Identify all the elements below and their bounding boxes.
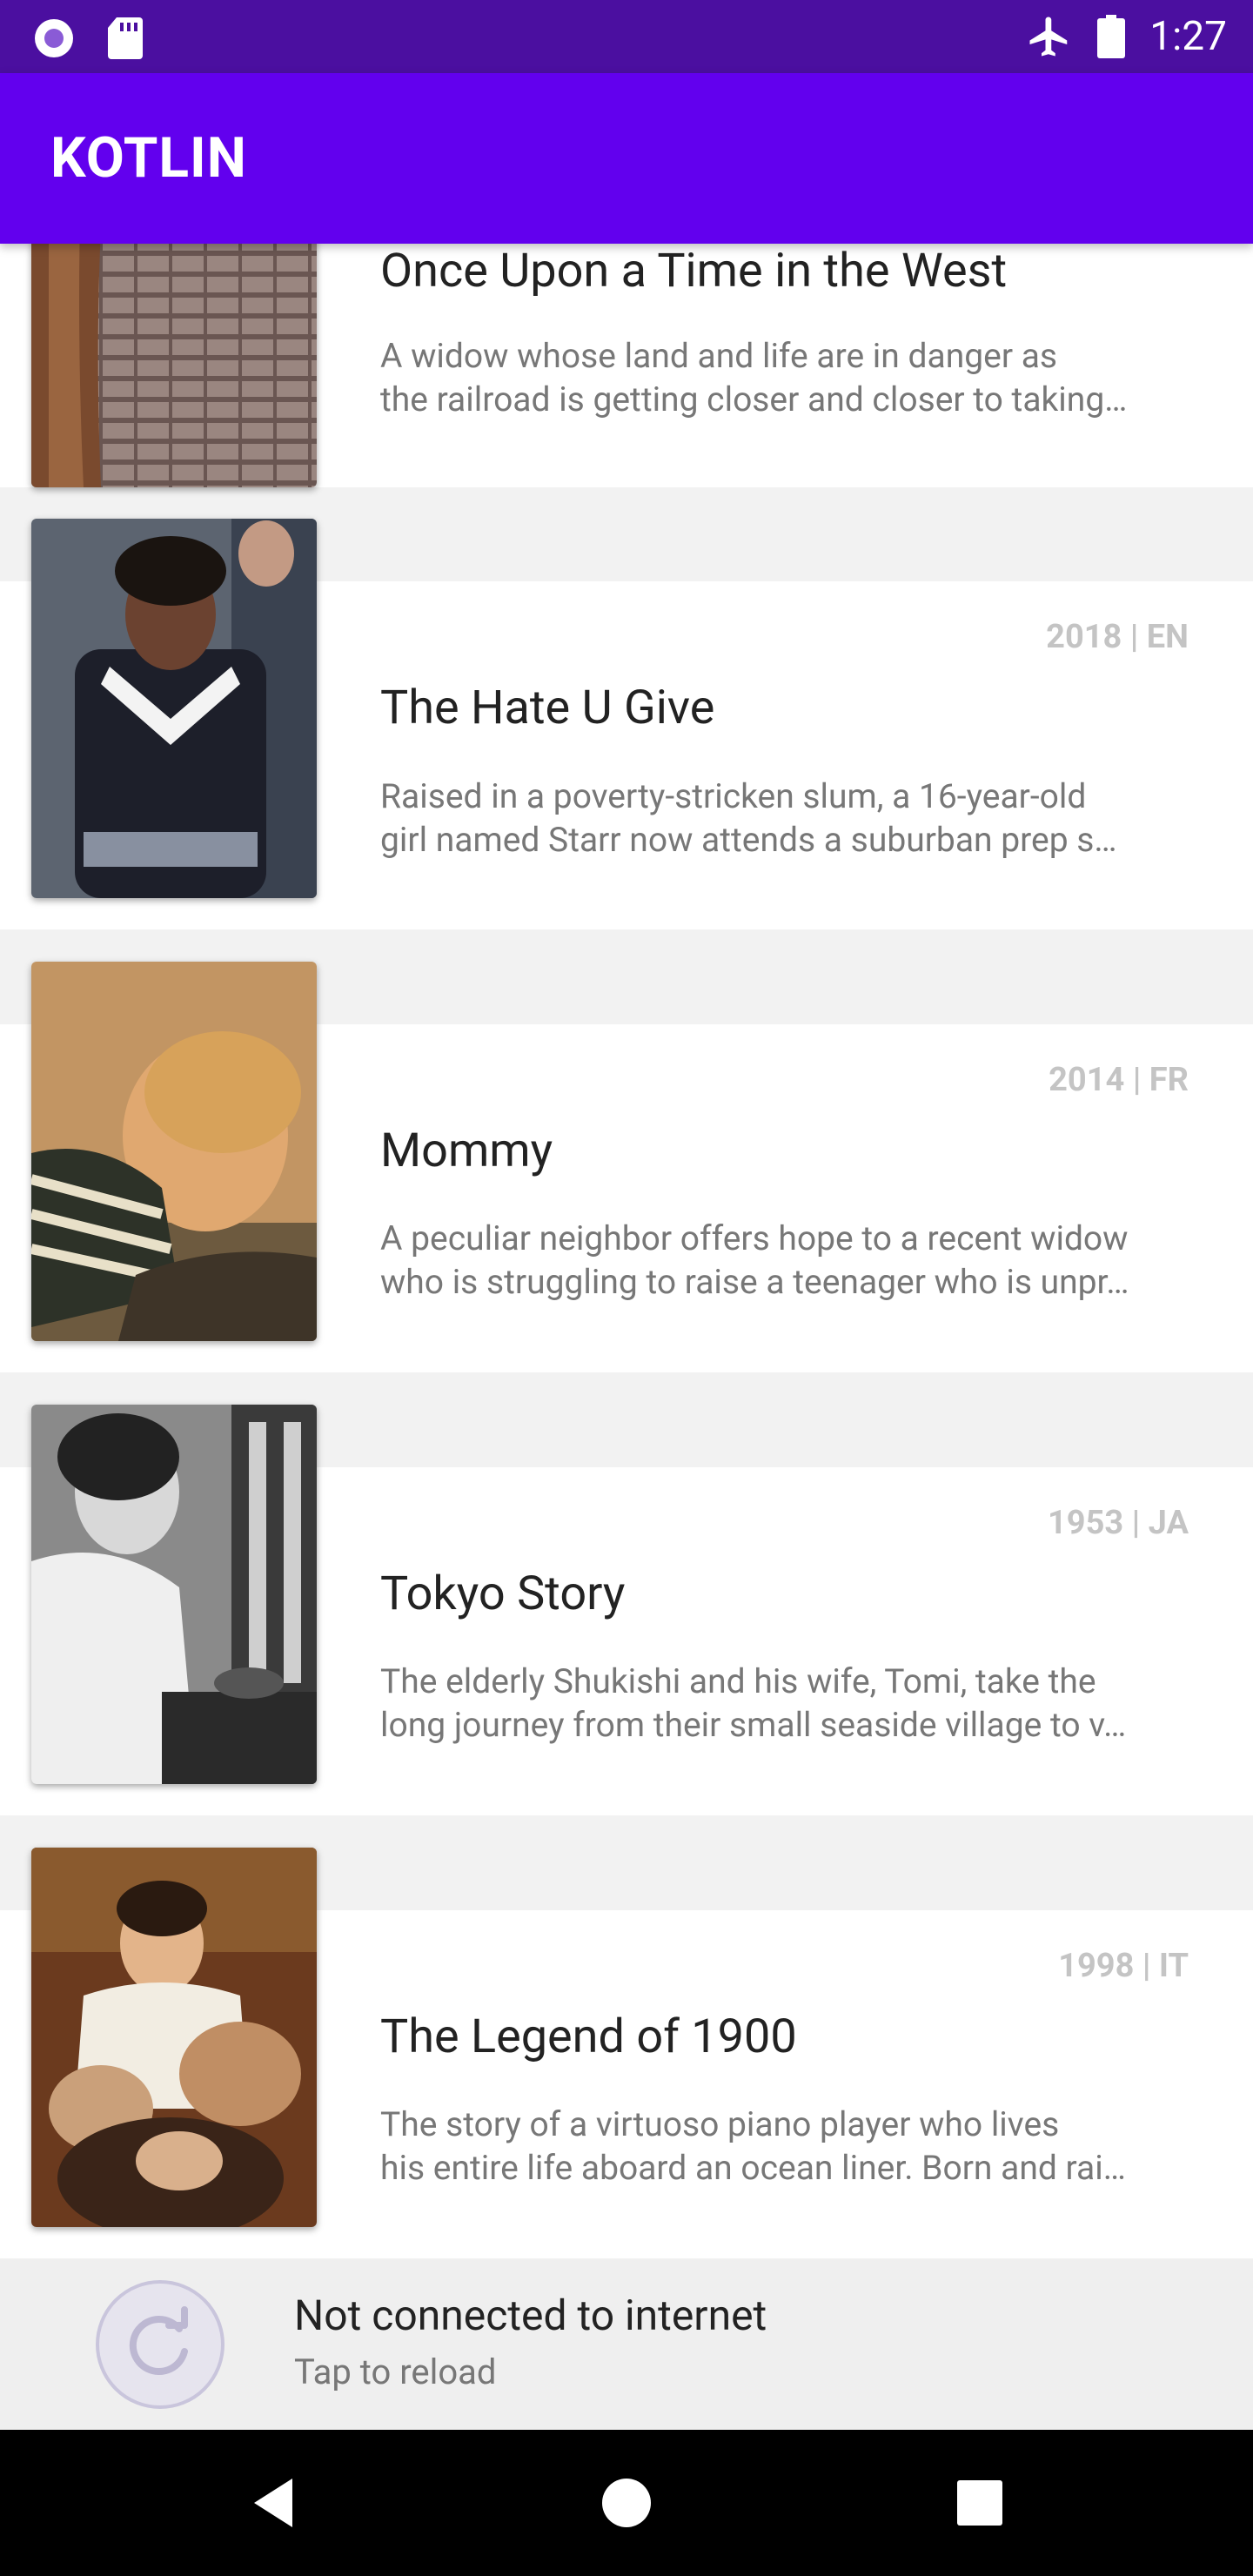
back-icon[interactable] [247, 2475, 299, 2531]
movie-poster-the-hate-u-give [31, 519, 317, 898]
movie-description: Raised in a poverty-stricken slum, a 16-… [380, 776, 1117, 860]
movie-meta: 1998 | IT [1058, 1947, 1189, 1985]
movie-list[interactable]: Once Upon a Time in the West A widow who… [0, 244, 1253, 2259]
movie-title: The Hate U Give [380, 681, 715, 735]
home-icon[interactable] [600, 2477, 653, 2529]
movie-description: A widow whose land and life are in dange… [380, 336, 1128, 419]
offline-banner[interactable]: Not connected to internet Tap to reload [0, 2259, 1253, 2430]
movie-description: The story of a virtuoso piano player who… [380, 2104, 1126, 2188]
airplane-icon [1029, 17, 1068, 57]
notification-dot-icon [35, 19, 73, 57]
movie-poster-once-upon-a-time [31, 244, 317, 487]
status-bar: 1:27 [0, 0, 1253, 73]
movie-poster-mommy [31, 962, 317, 1341]
movie-description: A peculiar neighbor offers hope to a rec… [380, 1218, 1129, 1302]
navigation-bar [0, 2430, 1253, 2576]
battery-icon [1097, 15, 1126, 58]
movie-description: The elderly Shukishi and his wife, Tomi,… [380, 1661, 1127, 1745]
movie-meta: 1953 | JA [1047, 1504, 1189, 1542]
offline-title: Not connected to internet [294, 2291, 767, 2340]
recents-icon[interactable] [955, 2479, 1004, 2527]
movie-poster-tokyo-story [31, 1405, 317, 1784]
sd-card-icon [108, 17, 143, 59]
movie-title: Once Upon a Time in the West [380, 244, 1008, 299]
offline-subtitle[interactable]: Tap to reload [294, 2351, 496, 2392]
reload-button[interactable] [96, 2280, 224, 2409]
refresh-icon [129, 2306, 188, 2376]
app-title: KOTLIN [50, 125, 247, 191]
movie-meta: 2014 | FR [1049, 1061, 1189, 1099]
movie-meta: 2018 | EN [1046, 618, 1189, 656]
movie-title: Mommy [380, 1124, 553, 1178]
movie-title: The Legend of 1900 [380, 2009, 797, 2064]
movie-title: Tokyo Story [380, 1566, 626, 1621]
app-bar: KOTLIN [0, 73, 1253, 244]
movie-poster-the-legend-of-1900 [31, 1848, 317, 2227]
status-time: 1:27 [1149, 13, 1227, 60]
